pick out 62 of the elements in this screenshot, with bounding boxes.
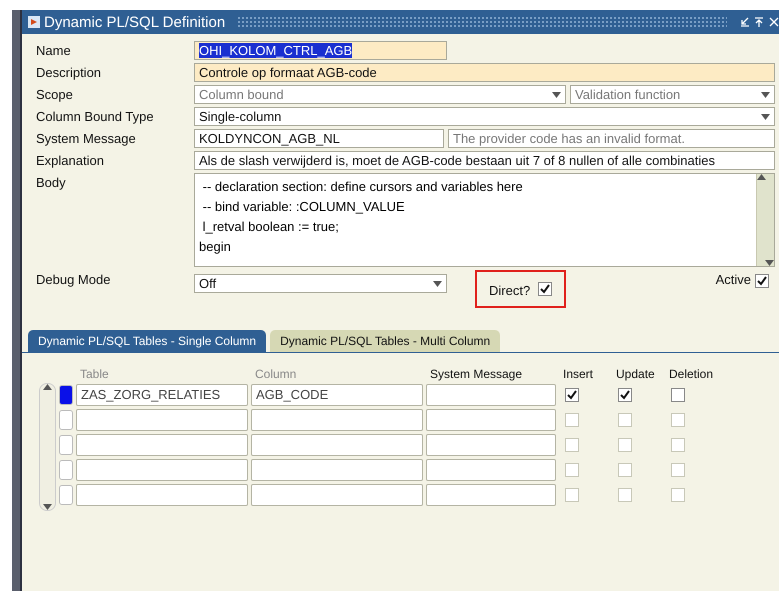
system-message-field[interactable]: [426, 434, 556, 456]
body-editor[interactable]: -- declaration section: define cursors and variables here -- bind variable: :COLUMN_VALUE l_retval boolean := true; begin: [194, 173, 775, 267]
system-message-field[interactable]: [426, 408, 556, 430]
column-field[interactable]: [251, 434, 423, 456]
code-line: -- bind variable: :COLUMN_VALUE: [202, 198, 406, 216]
column-header: System Message: [429, 367, 524, 381]
name-field[interactable]: OHI_KOLOM_CTRL_AGB: [194, 41, 447, 60]
column-header: Update: [615, 367, 656, 381]
column-header: Column: [254, 367, 298, 381]
tab[interactable]: Dynamic PL/SQL Tables - Single Column: [28, 330, 266, 352]
system-message-field[interactable]: KOLDYNCON_AGB_NL: [194, 129, 444, 148]
tab[interactable]: Dynamic PL/SQL Tables - Multi Column: [270, 330, 500, 352]
system-message-field[interactable]: [426, 384, 556, 406]
column-header: Table: [79, 367, 110, 381]
checkbox-label: Direct?: [489, 282, 530, 298]
dropdown-caret-icon[interactable]: [765, 260, 774, 266]
scroll-down-icon[interactable]: [43, 504, 52, 510]
record-indicator[interactable]: [59, 384, 73, 404]
scroll-up-icon[interactable]: [757, 174, 766, 180]
system-message-field[interactable]: [426, 458, 556, 480]
field-label: Description: [36, 64, 102, 80]
column-bound-type-dropdown[interactable]: Single-column: [194, 107, 775, 126]
scrollbar[interactable]: [756, 174, 774, 266]
field-label: System Message: [36, 130, 137, 146]
field-label: Scope: [36, 86, 74, 102]
table-field[interactable]: [76, 434, 248, 456]
field-label: Explanation: [36, 152, 105, 168]
column-field[interactable]: [251, 458, 423, 480]
column-field[interactable]: [251, 484, 423, 506]
scroll-up-icon[interactable]: [43, 384, 52, 390]
explanation-field[interactable]: Als de slash verwijderd is, moet de AGB-code bestaan uit 7 of 8 nullen of alle combinaties: [194, 151, 775, 170]
checkbox[interactable]: [618, 388, 632, 402]
column-field[interactable]: [251, 408, 423, 430]
checkbox[interactable]: [671, 388, 685, 402]
debug-mode-dropdown[interactable]: Off: [194, 274, 447, 293]
table-field[interactable]: [76, 458, 248, 480]
system-message-field[interactable]: [426, 484, 556, 506]
table-field[interactable]: [76, 408, 248, 430]
code-line: begin: [199, 238, 232, 256]
dropdown-caret-icon[interactable]: [433, 280, 442, 286]
record-scrollbar[interactable]: [39, 383, 56, 511]
checkbox[interactable]: [565, 388, 579, 402]
code-line: l_retval boolean := true;: [202, 218, 340, 236]
table-field[interactable]: ZAS_ZORG_RELATIES: [76, 384, 248, 406]
column-header: Deletion: [668, 367, 714, 381]
column-field[interactable]: AGB_CODE: [251, 384, 423, 406]
checkbox[interactable]: [755, 274, 769, 288]
description-field[interactable]: Controle op formaat AGB-code: [194, 63, 775, 82]
window-title: Dynamic PL/SQL Definition: [44, 14, 226, 30]
table-field[interactable]: [76, 484, 248, 506]
code-line: -- declaration section: define cursors and variables here: [202, 178, 524, 196]
app-icon: [28, 16, 40, 28]
checkbox[interactable]: [538, 282, 552, 296]
checkbox-label: Active: [716, 271, 751, 287]
dropdown-caret-icon[interactable]: [761, 92, 770, 98]
dropdown-caret-icon[interactable]: [761, 114, 770, 120]
window-controls-icon[interactable]: [739, 16, 779, 28]
column-header: Insert: [562, 367, 594, 381]
field-label: Debug Mode: [36, 271, 112, 287]
field-label: Column Bound Type: [36, 108, 155, 124]
field-label: Name: [36, 42, 72, 58]
field-label: Body: [36, 174, 67, 190]
